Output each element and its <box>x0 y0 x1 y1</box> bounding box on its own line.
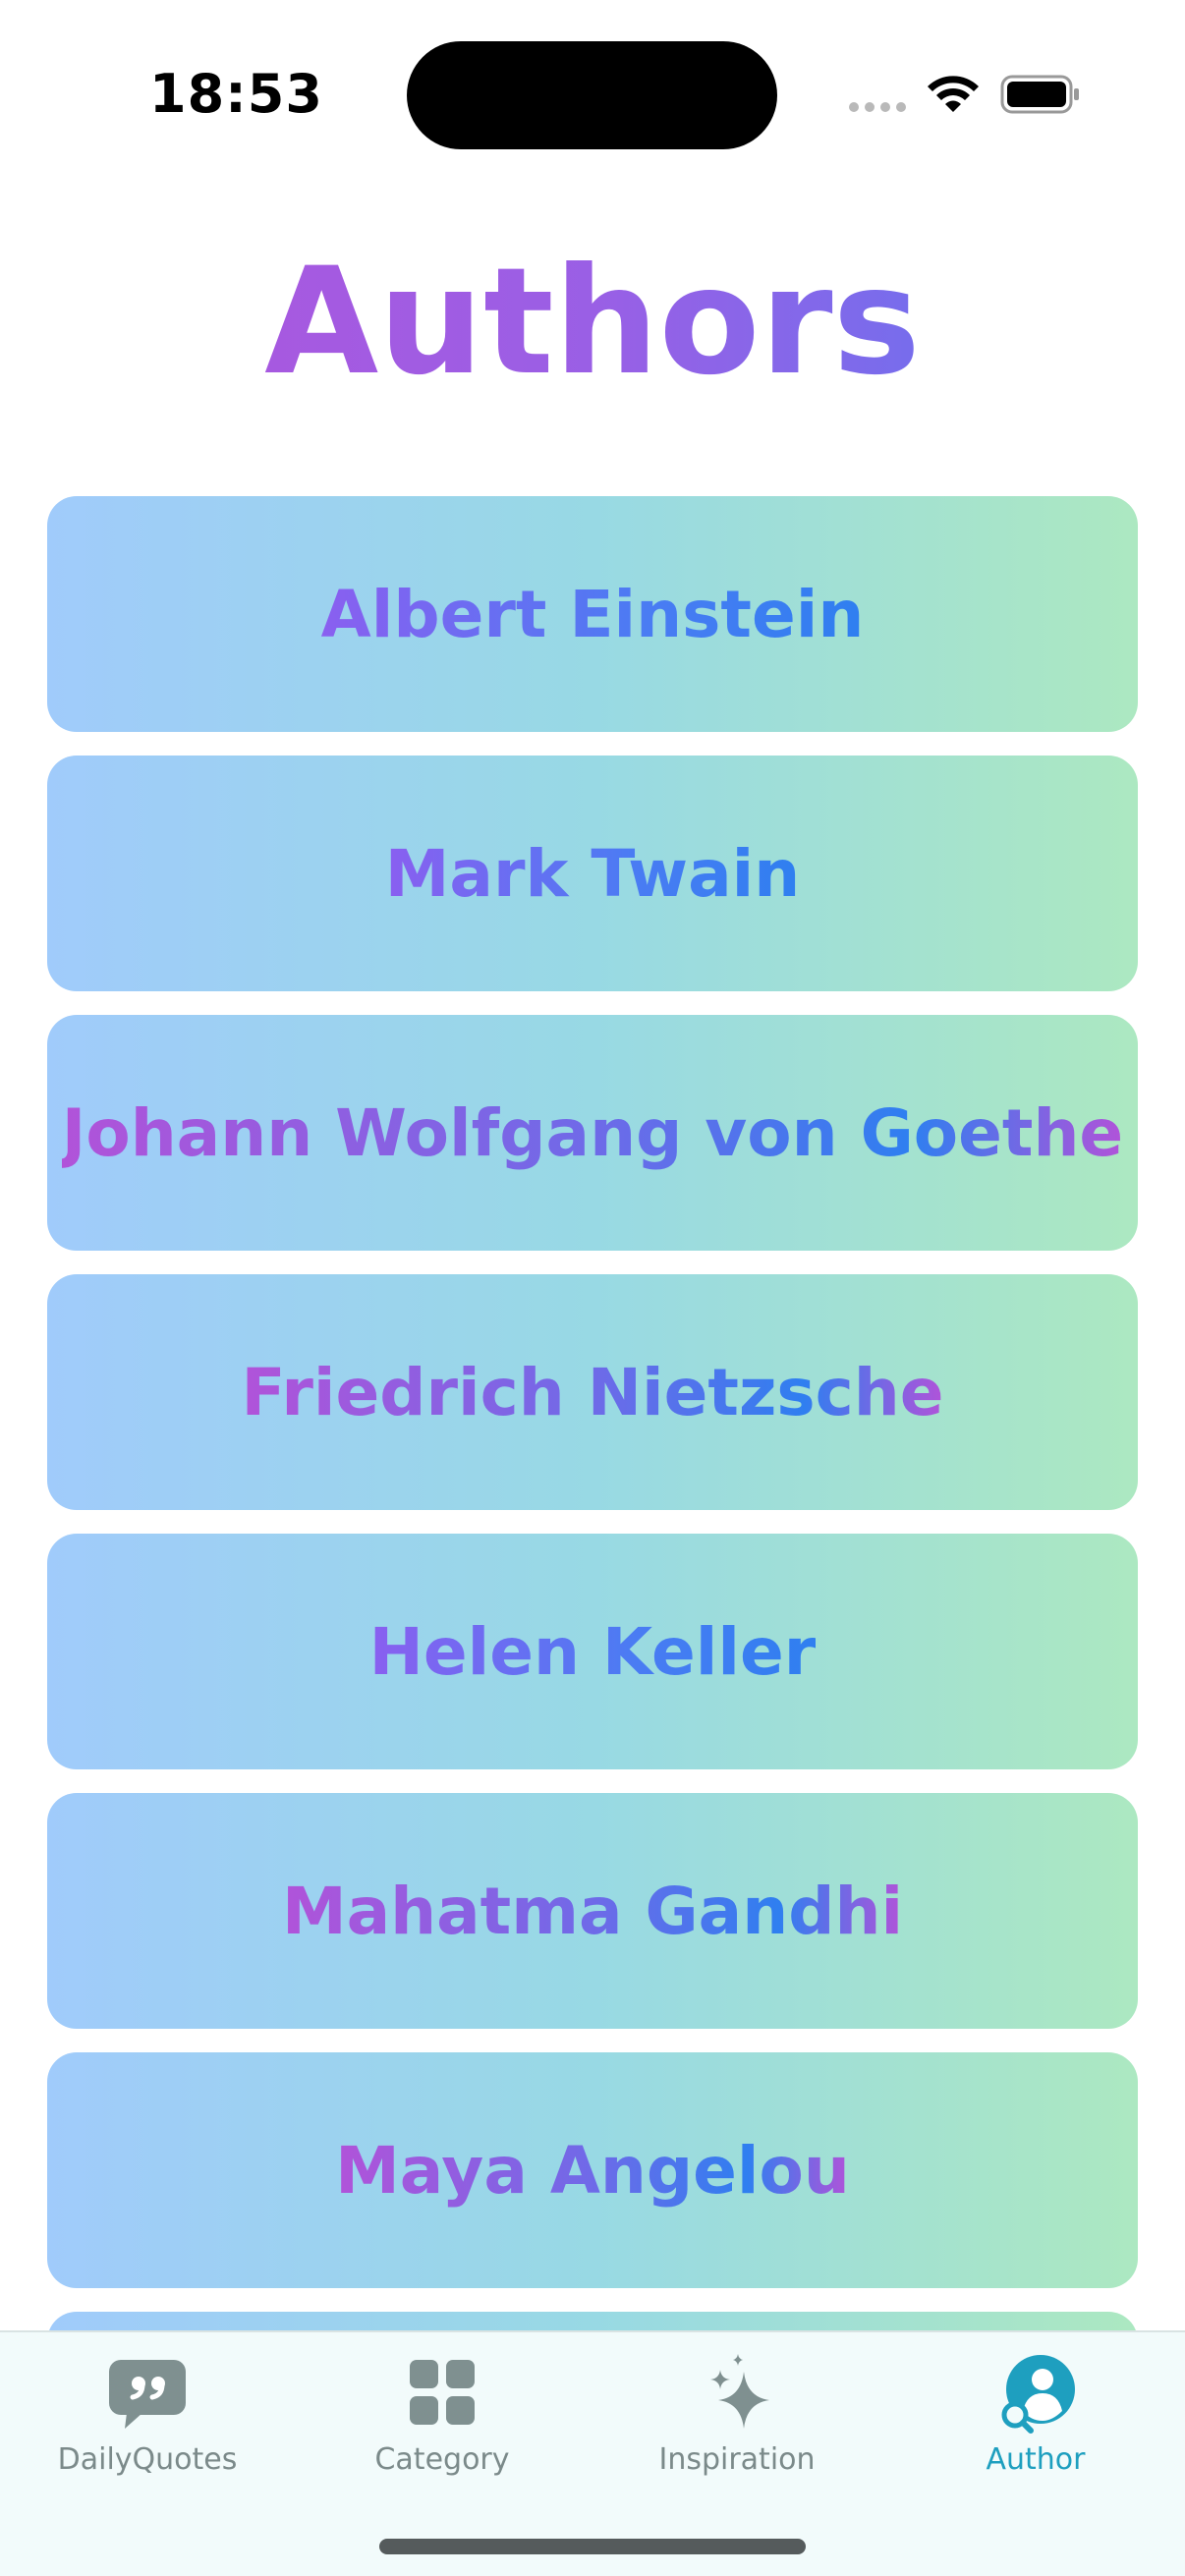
sparkles-icon <box>710 2354 769 2429</box>
person-search-icon <box>1001 2355 1075 2434</box>
author-name: Albert Einstein <box>320 576 865 652</box>
page-title: Authors <box>0 234 1185 411</box>
author-name: Helen Keller <box>368 1613 817 1690</box>
author-name: Johann Wolfgang von Goethe <box>61 1094 1124 1171</box>
author-card-mark-twain[interactable]: Mark Twain <box>47 756 1138 991</box>
author-card-albert-einstein[interactable]: Albert Einstein <box>47 496 1138 732</box>
tab-label: Category <box>374 2442 510 2477</box>
screen: 18:53 Authors Albert Einstein Mark Twain… <box>0 0 1185 2576</box>
author-name: Mahatma Gandhi <box>281 1873 904 1949</box>
author-card-helen-keller[interactable]: Helen Keller <box>47 1534 1138 1769</box>
battery-icon <box>1000 75 1079 114</box>
author-card-nietzsche[interactable]: Friedrich Nietzsche <box>47 1274 1138 1510</box>
wifi-icon <box>928 76 979 112</box>
author-card-goethe[interactable]: Johann Wolfgang von Goethe <box>47 1015 1138 1251</box>
quote-bubble-icon <box>109 2360 186 2429</box>
tab-label: Author <box>986 2442 1086 2477</box>
tab-label: Inspiration <box>658 2442 816 2477</box>
tab-dailyquotes[interactable]: DailyQuotes <box>0 2332 295 2490</box>
status-time: 18:53 <box>149 63 323 125</box>
home-indicator <box>379 2539 806 2554</box>
tab-author[interactable]: Author <box>888 2332 1183 2490</box>
grid-icon <box>410 2360 475 2425</box>
dynamic-island <box>407 41 777 149</box>
author-card-gandhi[interactable]: Mahatma Gandhi <box>47 1793 1138 2029</box>
tab-inspiration[interactable]: Inspiration <box>590 2332 884 2490</box>
cellular-signal-icon <box>849 102 906 112</box>
author-name: Maya Angelou <box>335 2132 850 2209</box>
author-name: Mark Twain <box>384 835 801 912</box>
author-card-maya-angelou[interactable]: Maya Angelou <box>47 2052 1138 2288</box>
tab-label: DailyQuotes <box>57 2442 238 2477</box>
author-name: Friedrich Nietzsche <box>241 1354 944 1430</box>
tab-category[interactable]: Category <box>295 2332 590 2490</box>
